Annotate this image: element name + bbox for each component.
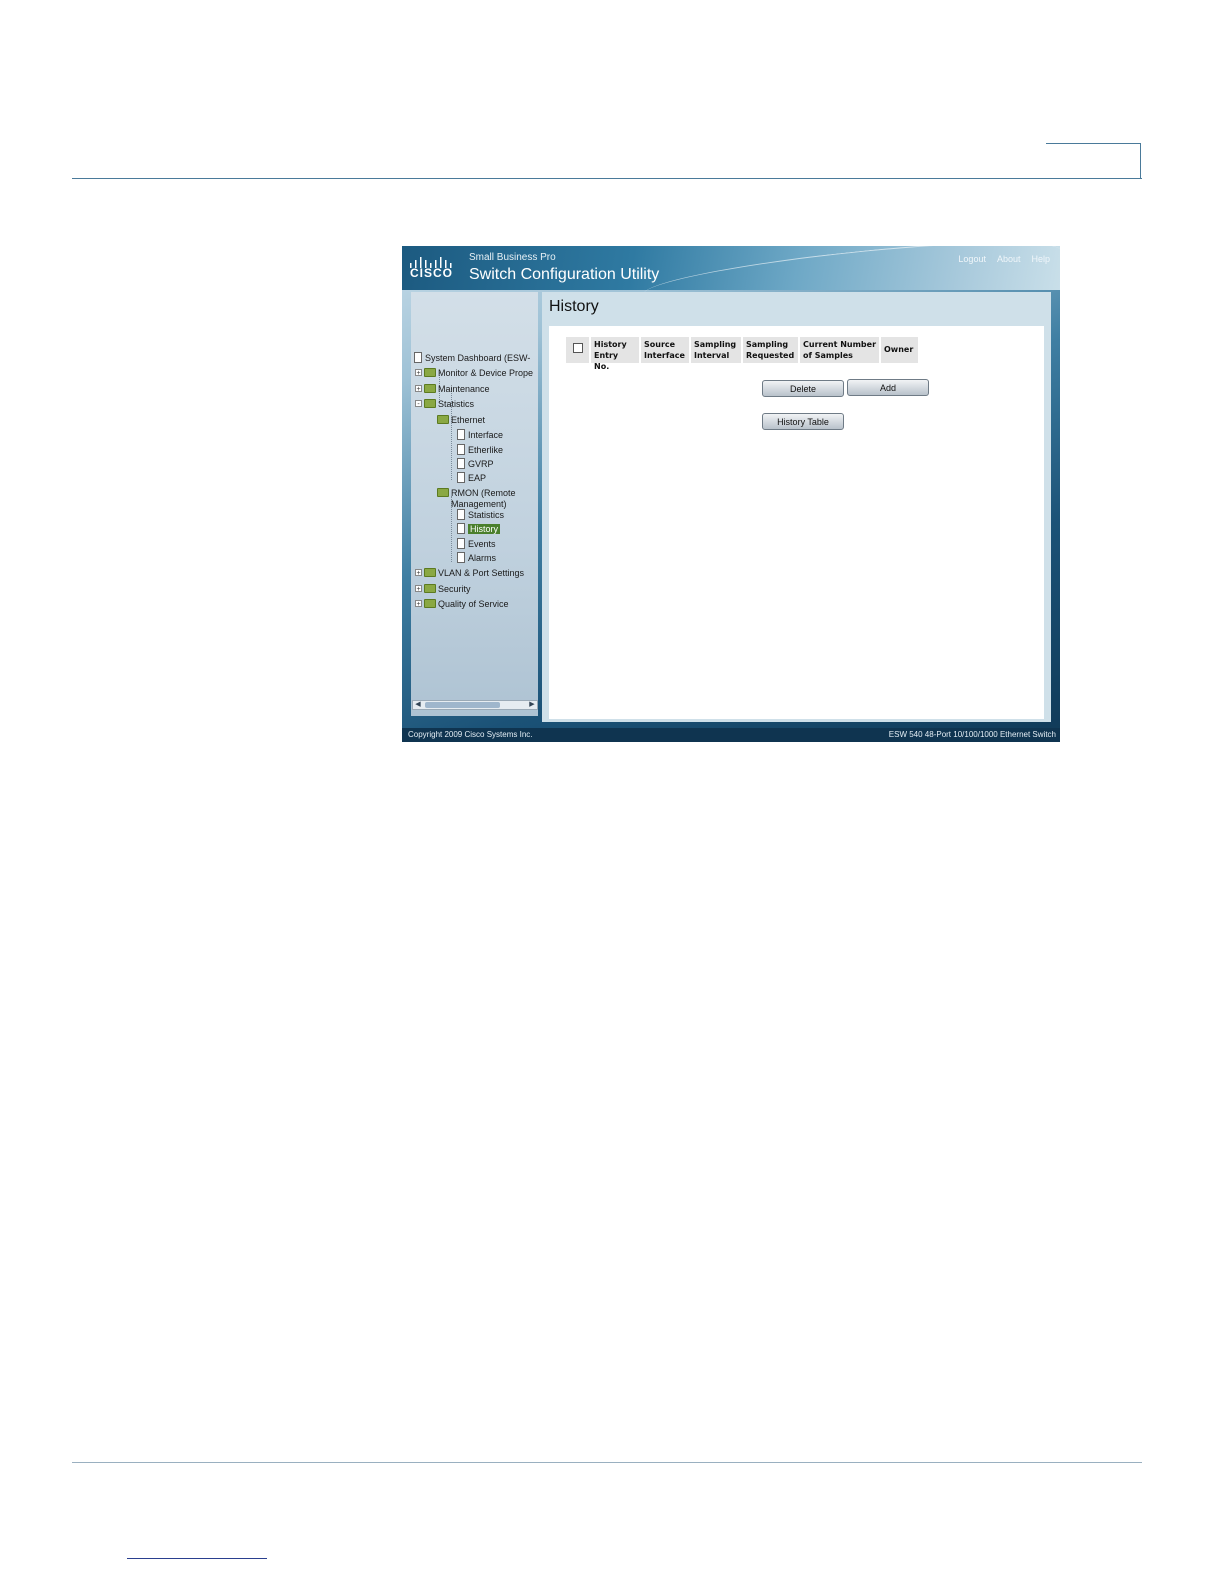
document-icon [457,444,465,455]
column-header-owner[interactable]: Owner [881,337,920,363]
help-link[interactable]: Help [1031,254,1050,264]
column-header-sampling-interval[interactable]: Sampling Interval [691,337,743,363]
brand-subtitle: Small Business Pro [469,252,556,263]
expand-icon[interactable]: + [415,600,422,608]
main-panel: History History Entry No. Source Interface… [542,292,1051,722]
history-table-button[interactable]: History Table [762,413,844,430]
document-icon [457,458,465,469]
column-header-current-number-of-samples[interactable]: Current Number of Samples [800,337,881,363]
nav-item-interface[interactable]: Interface [457,428,503,441]
nav-item-monitor-device-properties[interactable]: + Monitor & Device Prope [415,366,533,379]
header-rule [72,178,1142,179]
nav-item-quality-of-service[interactable]: + Quality of Service [415,597,509,610]
scroll-left-icon[interactable]: ◀ [414,701,422,709]
history-table-header: History Entry No. Source Interface Samplin… [566,337,920,371]
logout-link[interactable]: Logout [958,254,986,264]
nav-item-system-dashboard[interactable]: System Dashboard (ESW- [414,351,530,364]
folder-icon [424,584,436,593]
nav-item-maintenance[interactable]: + Maintenance [415,382,490,395]
collapse-icon[interactable]: - [415,400,422,408]
nav-item-ethernet[interactable]: Ethernet [437,413,485,426]
nav-tree: System Dashboard (ESW- + Monitor & Devic… [411,292,538,716]
folder-icon [424,368,436,377]
nav-item-alarms[interactable]: Alarms [457,551,496,564]
document-icon [457,429,465,440]
footer-rule [72,1462,1142,1463]
content-area: History Entry No. Source Interface Samplin… [549,326,1044,719]
folder-icon [424,568,436,577]
select-all-checkbox[interactable] [572,343,583,353]
folder-open-icon [424,399,436,408]
nav-item-gvrp[interactable]: GVRP [457,457,494,470]
document-icon [457,523,465,534]
nav-horizontal-scrollbar[interactable]: ◀ ▶ [412,700,538,710]
page-title: History [549,298,599,315]
logo-text: CISCO [410,266,454,280]
nav-item-events[interactable]: Events [457,537,496,550]
folder-icon [424,384,436,393]
expand-icon[interactable]: + [415,585,422,593]
copyright-text: Copyright 2009 Cisco Systems Inc. [408,730,533,739]
expand-icon[interactable]: + [415,385,422,393]
footer-link-underline [127,1558,267,1559]
folder-open-icon [437,415,449,424]
app-header: CISCO Small Business Pro Switch Configur… [402,246,1060,315]
document-icon [457,472,465,483]
app-window: CISCO Small Business Pro Switch Configur… [402,246,1060,742]
header-links: Logout About Help [958,254,1050,264]
folder-icon [424,599,436,608]
scroll-right-icon[interactable]: ▶ [528,701,536,709]
delete-button[interactable]: Delete [762,380,844,397]
about-link[interactable]: About [997,254,1021,264]
scrollbar-thumb[interactable] [425,702,500,708]
select-all-cell [566,337,591,363]
expand-icon[interactable]: + [415,569,422,577]
nav-item-history[interactable]: History [457,522,501,535]
column-header-sampling-requested[interactable]: Sampling Requested [743,337,800,363]
nav-item-rmon-statistics[interactable]: Statistics [457,508,504,521]
expand-icon[interactable]: + [415,369,422,377]
column-header-history-entry-no[interactable]: History Entry No. [591,337,641,371]
nav-item-vlan-port-settings[interactable]: + VLAN & Port Settings [415,566,524,579]
device-model-text: ESW 540 48-Port 10/100/1000 Ethernet Swi… [888,730,1056,739]
column-header-source-interface[interactable]: Source Interface [641,337,691,363]
app-footer: Copyright 2009 Cisco Systems Inc. ESW 54… [402,728,1060,742]
document-icon [414,352,422,363]
nav-item-etherlike[interactable]: Etherlike [457,443,503,456]
document-icon [457,538,465,549]
folder-open-icon [437,488,449,497]
nav-item-security[interactable]: + Security [415,582,471,595]
document-icon [457,552,465,563]
chapter-tab-box [1046,143,1141,178]
nav-item-eap[interactable]: EAP [457,471,486,484]
nav-item-statistics[interactable]: - Statistics [415,397,474,410]
document-icon [457,509,465,520]
brand-title: Switch Configuration Utility [469,266,660,283]
add-button[interactable]: Add [847,379,929,396]
